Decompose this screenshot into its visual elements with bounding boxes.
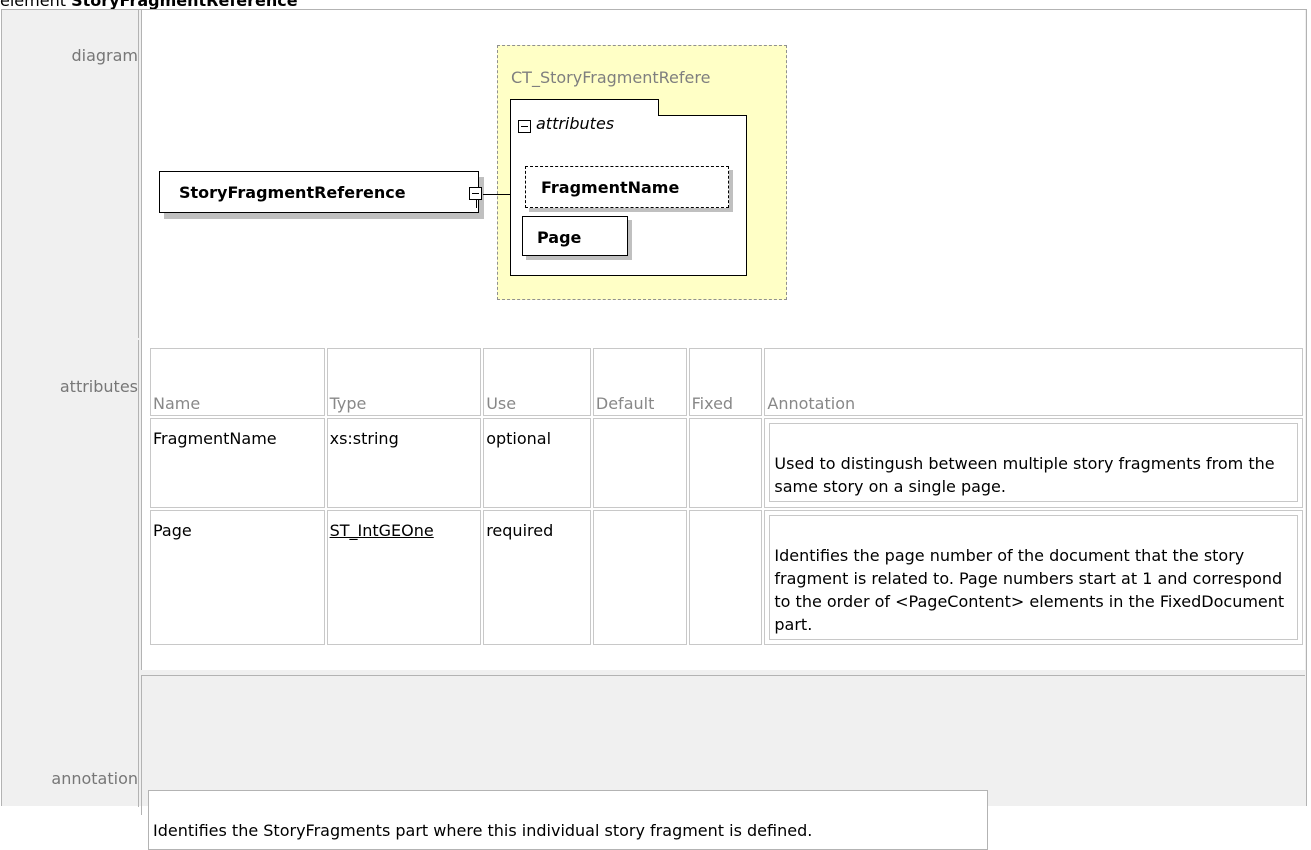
attr-name-cell: FragmentName: [150, 418, 325, 508]
col-type-header: Type: [326, 348, 482, 416]
collapse-element-icon[interactable]: [469, 187, 482, 200]
row-divider: [138, 10, 139, 338]
col-name-header: Name: [150, 348, 325, 416]
attr-name-cell: Page: [150, 510, 325, 645]
element-doc-table: diagram CT_StoryFragmentRefere attribute…: [1, 9, 1307, 850]
annotation-row: annotation Identifies the StoryFragments…: [2, 670, 1306, 850]
annotation-text: Identifies the StoryFragments part where…: [148, 790, 988, 850]
attr-default-cell: [592, 418, 687, 508]
col-fixed-header: Fixed: [688, 348, 763, 416]
col-annotation-header: Annotation: [764, 348, 1303, 416]
annotation-label: annotation: [51, 769, 138, 788]
attribute-node-page[interactable]: Page: [522, 216, 628, 256]
row-divider: [138, 670, 139, 807]
attr-type-cell: xs:string: [326, 418, 482, 508]
attributes-group-label: attributes: [536, 114, 615, 133]
attr-fixed-cell: [688, 510, 763, 645]
complex-type-name: CT_StoryFragmentRefere: [511, 68, 711, 87]
annotation-panel: Identifies the StoryFragments part where…: [141, 675, 1305, 850]
attr-type-cell: ST_IntGEOne: [326, 510, 482, 645]
type-link-st-intgeone[interactable]: ST_IntGEOne: [330, 521, 434, 540]
attributes-label: attributes: [59, 377, 138, 396]
connector-line: [483, 194, 510, 195]
attributes-panel: Name Type Use Default Fixed Annotation F…: [141, 340, 1305, 670]
attributes-header-row: Name Type Use Default Fixed Annotation: [150, 348, 1303, 416]
attributes-table: Name Type Use Default Fixed Annotation F…: [148, 346, 1305, 647]
attr-annotation-text: Identifies the page number of the docume…: [769, 515, 1298, 640]
collapse-attributes-icon[interactable]: [518, 120, 531, 133]
diagram-label: diagram: [71, 46, 138, 65]
attr-annotation-text: Used to distingush between multiple stor…: [769, 423, 1298, 502]
attribute-node-fragmentname[interactable]: FragmentName: [525, 166, 729, 208]
table-row: Page ST_IntGEOne required Identifies the…: [150, 510, 1303, 645]
col-use-header: Use: [483, 348, 591, 416]
attributes-row: attributes Name Type Use Default Fixed A…: [2, 340, 1306, 670]
attr-fixed-cell: [688, 418, 763, 508]
attr-annotation-cell: Used to distingush between multiple stor…: [764, 418, 1303, 508]
table-row: FragmentName xs:string optional Used to …: [150, 418, 1303, 508]
row-divider: [138, 340, 139, 670]
attr-use-cell: required: [483, 510, 591, 645]
attr-default-cell: [592, 510, 687, 645]
element-node[interactable]: StoryFragmentReference: [159, 171, 479, 213]
col-default-header: Default: [592, 348, 687, 416]
diagram-row: diagram CT_StoryFragmentRefere attribute…: [2, 10, 1306, 340]
connector-stub: [476, 200, 477, 208]
diagram-panel: CT_StoryFragmentRefere attributes Fragme…: [141, 10, 1305, 340]
attr-annotation-cell: Identifies the page number of the docume…: [764, 510, 1303, 645]
attr-use-cell: optional: [483, 418, 591, 508]
